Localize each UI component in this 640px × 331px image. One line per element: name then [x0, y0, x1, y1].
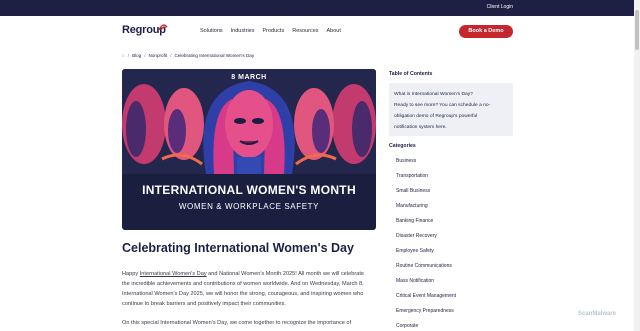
scrollbar-thumb[interactable]: [635, 10, 639, 50]
book-demo-button[interactable]: Book a Demo: [459, 25, 513, 38]
breadcrumb-nonprofit[interactable]: Nonprofit: [149, 53, 168, 58]
category-disaster-recovery[interactable]: Disaster Recovery: [396, 231, 456, 246]
category-routine-communications[interactable]: Routine Communications: [396, 261, 456, 276]
breadcrumb-separator: /: [144, 53, 146, 58]
breadcrumb-separator: /: [170, 53, 172, 58]
nav-resources[interactable]: Resources: [292, 28, 318, 34]
nav-about[interactable]: About: [327, 28, 341, 34]
client-login-link[interactable]: Client Login: [487, 4, 513, 10]
category-small-business[interactable]: Small Business: [396, 186, 456, 201]
nav-industries[interactable]: Industries: [231, 28, 255, 34]
page-scrollbar[interactable]: [634, 0, 640, 331]
iwd-link[interactable]: International Women's Day: [140, 271, 207, 277]
watermark: ScanMalware: [578, 311, 617, 317]
category-banking-finance[interactable]: Banking Finance: [396, 216, 456, 231]
category-manufacturing[interactable]: Manufacturing: [396, 201, 456, 216]
main-nav: Solutions Industries Products Resources …: [200, 28, 341, 34]
category-critical-event-management[interactable]: Critical Event Management: [396, 291, 456, 306]
article-paragraph: Happy International Women's Day and Nati…: [122, 269, 372, 309]
breadcrumb-blog[interactable]: Blog: [132, 53, 141, 58]
hero-date: 8 MARCH: [231, 74, 267, 81]
toc-heading: Table of Contents: [389, 71, 433, 77]
hero-title: INTERNATIONAL WOMEN'S MONTH: [142, 183, 356, 197]
categories-heading: Categories: [389, 143, 416, 149]
home-icon[interactable]: ⌂: [122, 53, 125, 58]
toc-link[interactable]: What is International Women's Day?: [394, 89, 508, 100]
category-mass-notification[interactable]: Mass Notification: [396, 276, 456, 291]
category-emergency-preparedness[interactable]: Emergency Preparedness: [396, 306, 456, 321]
article-paragraph: On this special International Women's Da…: [122, 320, 352, 326]
nav-solutions[interactable]: Solutions: [200, 28, 223, 34]
hero-subtitle: WOMEN & WORKPLACE SAFETY: [178, 202, 320, 211]
toc-link[interactable]: Ready to see more? You can schedule a no…: [394, 100, 508, 111]
category-transportation[interactable]: Transportation: [396, 171, 456, 186]
categories-list: Business Transportation Small Business M…: [396, 156, 456, 331]
paragraph-text: Happy: [122, 271, 140, 277]
top-bar: Client Login: [0, 0, 640, 16]
article-title: Celebrating International Women's Day: [122, 241, 354, 255]
toc-link[interactable]: notification system here.: [394, 122, 508, 133]
breadcrumb-current: Celebrating International Women's Day: [174, 53, 255, 58]
logo-wave-icon: [158, 24, 168, 31]
category-corporate[interactable]: Corporate: [396, 321, 456, 331]
breadcrumb-separator: /: [127, 53, 130, 58]
category-business[interactable]: Business: [396, 156, 456, 171]
nav-products[interactable]: Products: [263, 28, 285, 34]
category-employee-safety[interactable]: Employee Safety: [396, 246, 456, 261]
toc-link[interactable]: obligation demo of Regroup's powerful: [394, 111, 508, 122]
hero-image: 8 MARCH INTERNATIONAL WOMEN'S MONTH WOME…: [122, 69, 376, 230]
toc-panel: What is International Women's Day? Ready…: [389, 83, 513, 136]
breadcrumb: ⌂ / Blog / Nonprofit / Celebrating Inter…: [122, 53, 254, 58]
site-header: Regroup Solutions Industries Products Re…: [0, 16, 640, 48]
